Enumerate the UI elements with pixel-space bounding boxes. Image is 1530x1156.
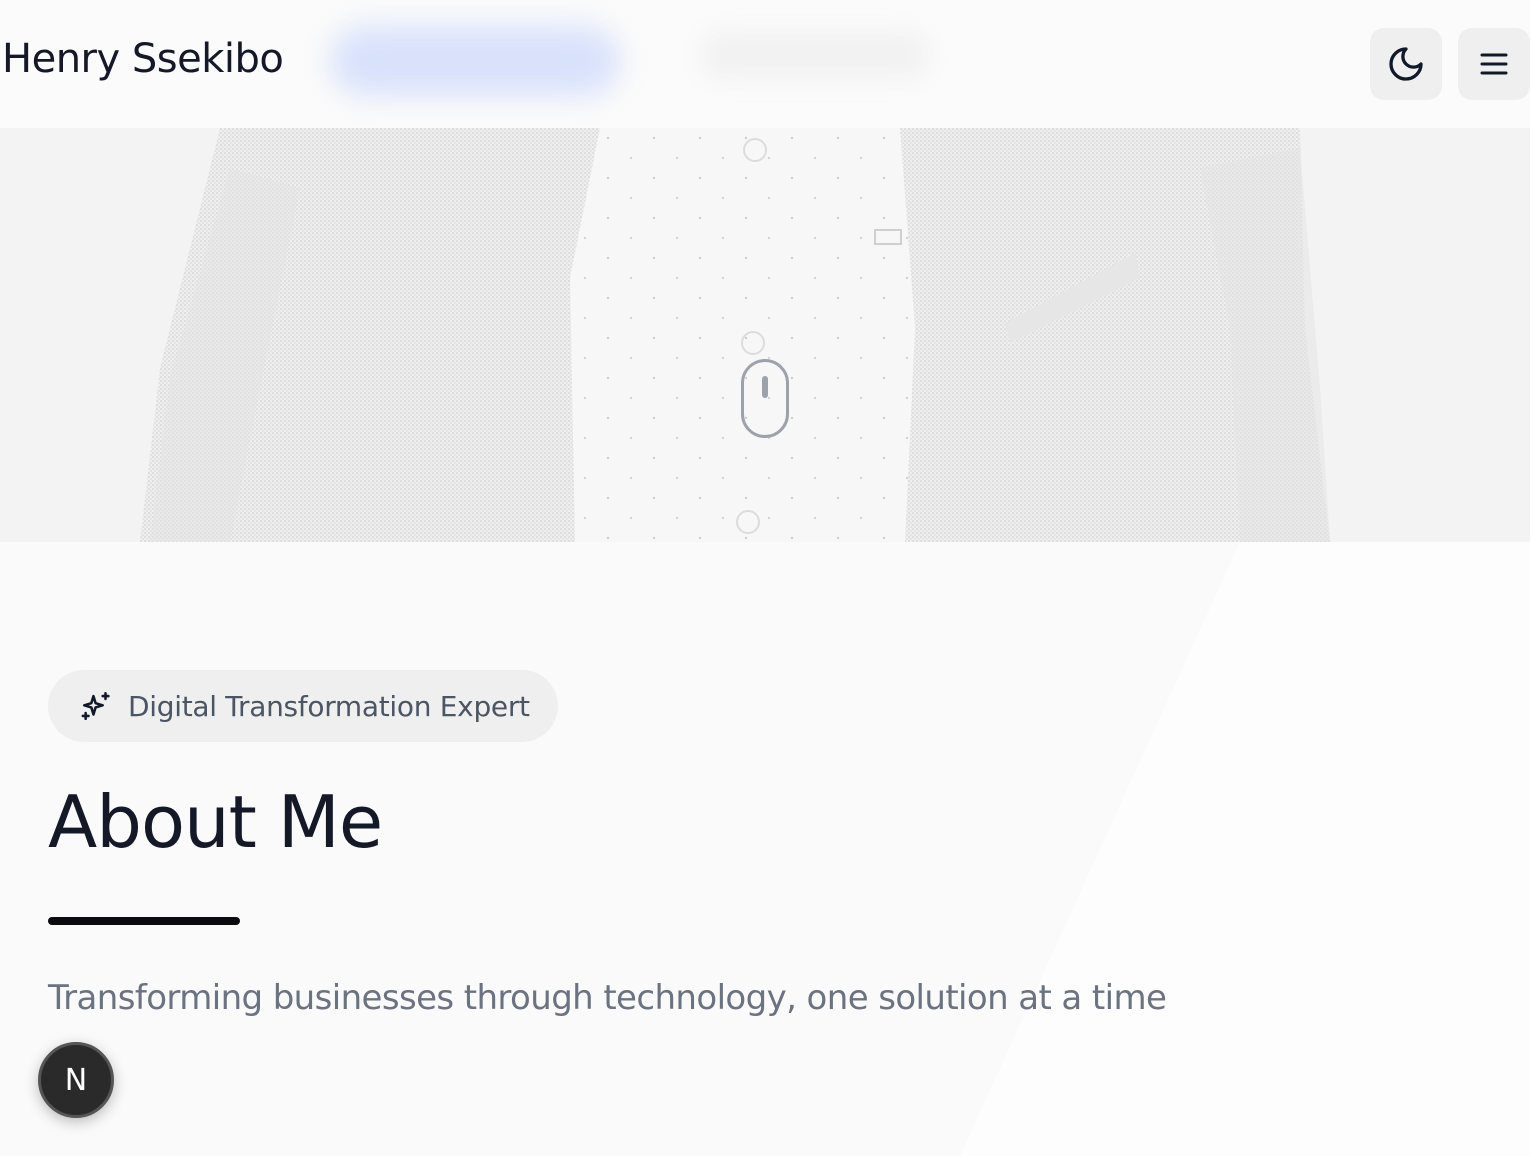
sparkles-icon bbox=[81, 691, 110, 721]
site-header: Henry Ssekibo bbox=[0, 0, 1530, 128]
hero-image bbox=[0, 128, 1530, 542]
n-logo-icon: N bbox=[64, 1062, 88, 1098]
section-title: About Me bbox=[48, 780, 383, 864]
badge-label: Digital Transformation Expert bbox=[128, 689, 530, 723]
brand-logo-link[interactable]: Henry Ssekibo bbox=[2, 36, 284, 82]
nav-item-blurred[interactable] bbox=[330, 26, 620, 96]
mouse-scroll-icon[interactable] bbox=[741, 359, 789, 438]
hamburger-menu-icon bbox=[1480, 53, 1508, 75]
menu-button[interactable] bbox=[1458, 28, 1530, 100]
floating-n-button[interactable]: N bbox=[38, 1042, 114, 1118]
title-underline bbox=[48, 917, 240, 925]
page: Henry Ssekibo Digital Transformation Exp… bbox=[0, 0, 1530, 1156]
theme-toggle-button[interactable] bbox=[1370, 28, 1442, 100]
section-tagline: Transforming businesses through technolo… bbox=[48, 978, 1167, 1018]
moon-icon bbox=[1389, 47, 1423, 81]
expertise-badge: Digital Transformation Expert bbox=[48, 670, 558, 742]
scroll-wheel bbox=[762, 376, 768, 398]
nav-item-blurred-secondary[interactable] bbox=[700, 30, 930, 80]
portrait-photo bbox=[0, 128, 1530, 542]
